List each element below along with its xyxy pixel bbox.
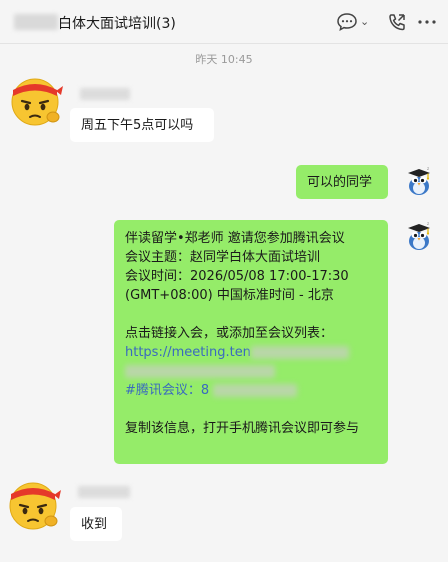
link-redacted bbox=[250, 346, 349, 359]
phone-call-icon[interactable] bbox=[386, 12, 408, 32]
sender-name-redacted bbox=[80, 88, 130, 100]
bird-mascot-avatar[interactable]: z bbox=[402, 165, 434, 197]
invite-line: 点击链接入会，或添加至会议列表： bbox=[125, 326, 334, 341]
sender-name-redacted bbox=[78, 486, 130, 498]
message-timestamp: 昨天 10:45 bbox=[195, 53, 253, 66]
message-text: 收到 bbox=[81, 517, 108, 532]
angry-emoji-avatar[interactable] bbox=[6, 476, 62, 532]
bird-mascot-avatar[interactable]: z bbox=[402, 220, 434, 252]
message-bubble[interactable]: 可以的同学 bbox=[296, 165, 388, 199]
meeting-link[interactable]: https://meeting.ten bbox=[125, 343, 377, 362]
meeting-invite-bubble[interactable]: 伴读留学•郑老师 邀请您参加腾讯会议 会议主题：赵同学白体大面试培训 会议时间：… bbox=[114, 220, 388, 464]
message-bubble[interactable]: 周五下午5点可以吗 bbox=[70, 108, 214, 142]
title-redacted bbox=[14, 14, 58, 30]
chat-bubble-icon[interactable] bbox=[336, 12, 358, 32]
chevron-down-icon[interactable]: ⌄ bbox=[360, 15, 369, 28]
invite-line: 复制该信息，打开手机腾讯会议即可参与 bbox=[125, 421, 360, 436]
meeting-id-redacted bbox=[213, 384, 298, 397]
svg-text:z: z bbox=[427, 166, 429, 171]
chat-header: 白体大面试培训(3) ⌄ bbox=[0, 0, 448, 44]
message-bubble[interactable]: 收到 bbox=[70, 507, 122, 541]
meeting-link-text: https://meeting.ten bbox=[125, 345, 251, 360]
link-redacted bbox=[125, 365, 275, 378]
invite-line: (GMT+08:00) 中国标准时间 - 北京 bbox=[125, 288, 334, 303]
svg-text:z: z bbox=[427, 221, 429, 226]
message-text: 周五下午5点可以吗 bbox=[81, 118, 194, 133]
chat-title[interactable]: 白体大面试培训(3) bbox=[58, 13, 176, 33]
meeting-id[interactable]: #腾讯会议：8 bbox=[125, 381, 377, 400]
link-redacted-row bbox=[125, 362, 377, 381]
invite-line: 会议时间：2026/05/08 17:00-17:30 bbox=[125, 269, 349, 284]
invite-line: 伴读留学•郑老师 邀请您参加腾讯会议 bbox=[125, 231, 345, 246]
angry-emoji-avatar[interactable] bbox=[8, 72, 64, 128]
message-text: 可以的同学 bbox=[307, 175, 373, 190]
invite-line: 会议主题：赵同学白体大面试培训 bbox=[125, 250, 321, 265]
meeting-id-text: #腾讯会议：8 bbox=[125, 383, 210, 398]
more-icon[interactable] bbox=[416, 12, 438, 32]
